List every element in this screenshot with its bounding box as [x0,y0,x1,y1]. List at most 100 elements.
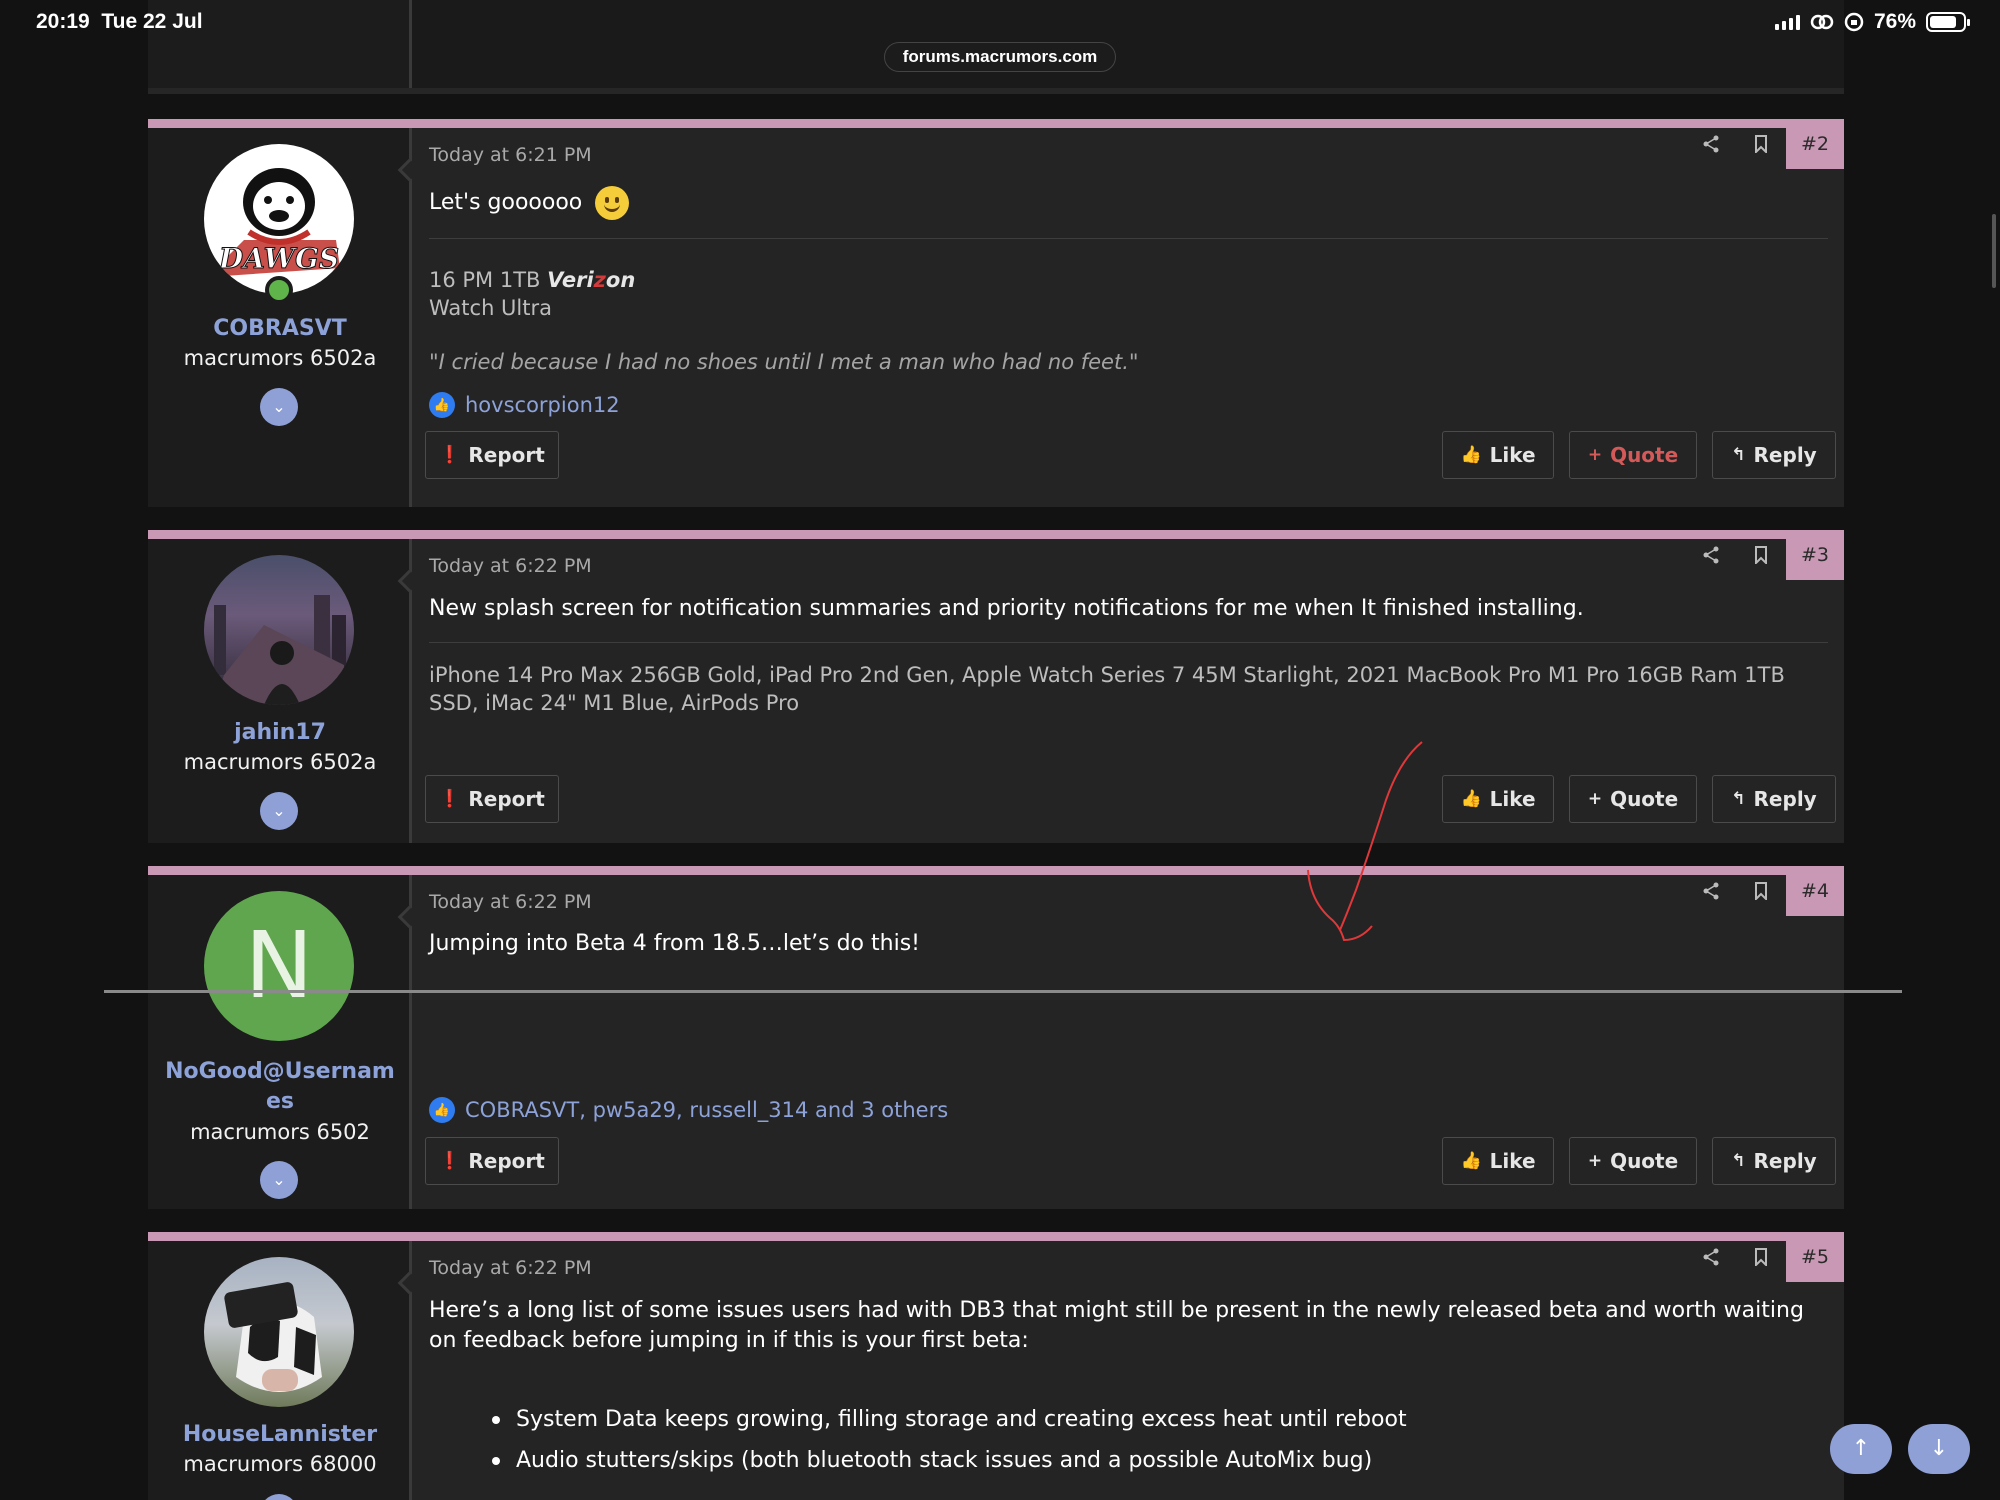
share-icon[interactable] [1686,866,1736,916]
like-button[interactable]: 👍 Like [1442,775,1554,823]
thumbs-up-icon: 👍 [429,1097,455,1123]
share-icon[interactable] [1686,530,1736,580]
like-button[interactable]: 👍 Like [1442,431,1554,479]
username[interactable]: HouseLannister [148,1422,412,1447]
chevron-down-icon[interactable]: ⌄ [260,1161,298,1199]
like-button[interactable]: 👍 Like [1442,1137,1554,1185]
reactions-bar[interactable]: 👍 hovscorpion12 [429,392,620,418]
chevron-down-icon[interactable]: ⌄ [260,388,298,426]
chevron-down-icon[interactable]: ⌄ [260,792,298,830]
bookmark-icon[interactable] [1736,866,1786,916]
quote-button[interactable]: + Quote [1569,431,1697,479]
user-rail: DAWGS COBRASVT macrumors 6502a ⌄ [148,128,412,507]
url-bar[interactable]: forums.macrumors.com [884,42,1116,72]
user-rail: N NoGood@Usernam es macrumors 6502 ⌄ [148,875,412,1209]
reply-button[interactable]: ↰ Reply [1712,431,1836,479]
post-body: New splash screen for notification summa… [429,596,1584,621]
plus-icon: + [1587,789,1603,809]
report-button[interactable]: ❗ Report [425,1137,559,1185]
signature-quote: "I cried because I had no shoes until I … [429,350,1139,374]
link-icon [1810,14,1834,30]
chevron-down-icon[interactable]: ⌄ [260,1494,298,1500]
post-2: DAWGS COBRASVT macrumors 6502a ⌄ Today a… [148,119,1844,507]
post-body: Jumping into Beta 4 from 18.5…let’s do t… [429,931,920,956]
user-title: macrumors 6502 [190,1120,370,1144]
alert-icon: ❗ [439,445,461,465]
avatar[interactable]: DAWGS [204,144,354,294]
post-number[interactable]: #4 [1786,866,1844,916]
status-time: 20:19 Tue 22 Jul [36,10,203,33]
reply-arrow-icon: ↰ [1731,789,1746,809]
plus-icon: + [1587,445,1603,465]
scroll-bottom-button[interactable]: ↓ [1908,1424,1970,1474]
username[interactable]: NoGood@Usernam es [148,1057,412,1117]
post-header-actions: #2 [1686,119,1844,169]
user-rail: jahin17 macrumors 6502a ⌄ [148,539,412,843]
alert-icon: ❗ [439,789,461,809]
signature: iPhone 14 Pro Max 256GB Gold, iPad Pro 2… [429,663,1785,715]
avatar[interactable]: N [204,891,354,1041]
username[interactable]: jahin17 [148,720,412,745]
post-date[interactable]: Today at 6:22 PM [429,1257,592,1279]
avatar[interactable] [204,1257,354,1407]
signature: 16 PM 1TB Verizon Watch Ultra [429,266,1824,322]
reaction-users[interactable]: hovscorpion12 [465,393,620,417]
user-title: macrumors 68000 [183,1452,377,1476]
avatar[interactable] [204,555,354,705]
post-body: Let's goooooo [429,186,1828,220]
reply-button[interactable]: ↰ Reply [1712,1137,1836,1185]
report-button[interactable]: ❗ Report [425,775,559,823]
cow-vr-headset-avatar-icon [224,1282,322,1392]
post-date[interactable]: Today at 6:22 PM [429,891,592,913]
reply-arrow-icon: ↰ [1731,445,1746,465]
status-bar: 20:19 Tue 22 Jul 76% [0,0,2000,46]
reply-button[interactable]: ↰ Reply [1712,775,1836,823]
bookmark-icon[interactable] [1736,1232,1786,1282]
report-button[interactable]: ❗ Report [425,431,559,479]
handwritten-checkmark [1307,741,1423,942]
quote-button[interactable]: + Quote [1569,775,1697,823]
bookmark-icon[interactable] [1736,119,1786,169]
reaction-users[interactable]: COBRASVT, pw5a29, russell_314 and 3 othe… [465,1098,948,1122]
split-divider [104,990,1902,993]
post-4: N NoGood@Usernam es macrumors 6502 ⌄ Tod… [148,866,1844,1209]
post-header-actions: #5 [1686,1232,1844,1282]
thumbs-up-icon: 👍 [1460,789,1482,809]
post-number[interactable]: #3 [1786,530,1844,580]
post-number[interactable]: #2 [1786,119,1844,169]
cellular-signal-icon [1774,14,1800,30]
quote-button[interactable]: + Quote [1569,1137,1697,1185]
list-item: System Data keeps growing, filling stora… [488,1399,1804,1440]
battery-icon [1926,12,1970,32]
signature-line-2: Watch Ultra [429,296,552,320]
username[interactable]: COBRASVT [148,316,412,341]
alert-icon: ❗ [439,1151,461,1171]
post-header-actions: #4 [1686,866,1844,916]
scroll-top-button[interactable]: ↑ [1830,1424,1892,1474]
post-number[interactable]: #5 [1786,1232,1844,1282]
orientation-lock-icon [1844,12,1864,32]
signature-line-1: 16 PM 1TB Verizon [429,268,636,292]
smiley-icon [595,186,630,220]
list-item: Audio stutters/skips (both bluetooth sta… [488,1440,1804,1481]
share-icon[interactable] [1686,1232,1736,1282]
bulldog-avatar-icon: DAWGS [217,168,340,276]
thumbs-up-icon: 👍 [1460,1151,1482,1171]
battery-percent: 76% [1873,10,1916,33]
user-rail: HouseLannister macrumors 68000 ⌄ [148,1241,412,1500]
post-body: Here’s a long list of some issues users … [429,1298,1804,1353]
bookmark-icon[interactable] [1736,530,1786,580]
thumbs-up-icon: 👍 [1460,445,1482,465]
plus-icon: + [1587,1151,1603,1171]
scrollbar[interactable] [1992,214,1996,288]
svg-text:DAWGS: DAWGS [218,242,339,275]
post-header-actions: #3 [1686,530,1844,580]
city-person-avatar-icon [214,595,346,705]
reactions-bar[interactable]: 👍 COBRASVT, pw5a29, russell_314 and 3 ot… [429,1097,948,1123]
post-date[interactable]: Today at 6:22 PM [429,555,592,577]
online-status-icon [265,276,293,304]
reply-arrow-icon: ↰ [1731,1151,1746,1171]
issue-list: System Data keeps growing, filling stora… [488,1399,1804,1481]
post-date[interactable]: Today at 6:21 PM [429,144,592,166]
share-icon[interactable] [1686,119,1736,169]
